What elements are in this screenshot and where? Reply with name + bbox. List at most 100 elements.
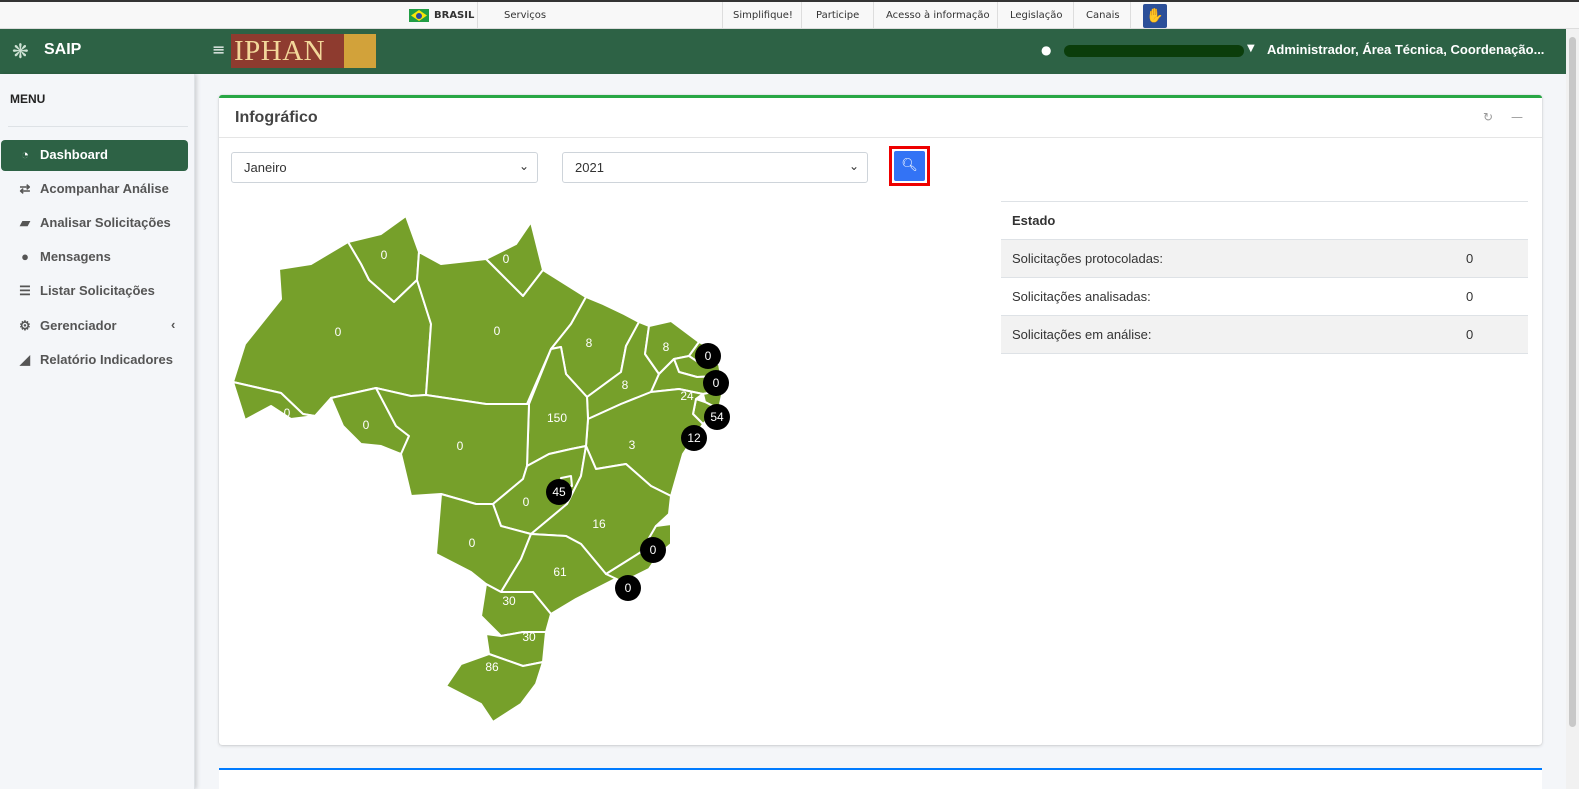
chevron-down-icon: ⌄ xyxy=(518,159,529,173)
gov-services-link[interactable]: Serviços xyxy=(504,2,546,29)
stats-value: 0 xyxy=(1466,251,1474,266)
svg-text:45: 45 xyxy=(552,485,566,499)
count-sp: 61 xyxy=(553,565,567,579)
comments-icon: ● xyxy=(21,249,29,264)
divider xyxy=(722,2,723,29)
marker-pb[interactable]: 0 xyxy=(703,370,729,396)
svg-text:54: 54 xyxy=(710,410,724,424)
stats-label: Solicitações analisadas: xyxy=(1012,289,1151,304)
sidebar-item-acompanhar-analise[interactable]: ⇄ Acompanhar Análise xyxy=(1,174,188,205)
chat-bubble-icon[interactable]: ● xyxy=(1041,43,1051,57)
page-scrollbar[interactable] xyxy=(1566,29,1579,789)
count-ba: 3 xyxy=(629,438,636,452)
stats-header: Estado xyxy=(1012,213,1056,228)
iphan-logo[interactable]: IPHAN xyxy=(231,34,344,68)
second-card-partial xyxy=(219,768,1542,789)
marker-al[interactable]: 54 xyxy=(704,404,730,430)
gov-link-legislacao[interactable]: Legislação xyxy=(1010,2,1063,29)
sidebar-item-analisar-solicitacoes[interactable]: ▰ Analisar Solicitações xyxy=(1,208,188,239)
hamburger-menu-icon[interactable]: ≡ xyxy=(212,40,225,59)
svg-text:0: 0 xyxy=(713,376,720,390)
divider xyxy=(1130,2,1131,29)
sidebar-item-label: Mensagens xyxy=(40,249,111,264)
caret-down-icon[interactable]: ▼ xyxy=(1247,43,1255,54)
table-row: Solicitações protocoladas: 0 xyxy=(1001,240,1528,278)
svg-text:0: 0 xyxy=(625,581,632,595)
count-rs: 86 xyxy=(485,660,499,674)
marker-rn[interactable]: 0 xyxy=(695,343,721,369)
gov-country-label[interactable]: BRASIL xyxy=(434,2,474,29)
count-ro: 0 xyxy=(363,418,370,432)
count-mg: 16 xyxy=(592,517,606,531)
sidebar-item-listar-solicitacoes[interactable]: ☰ Listar Solicitações xyxy=(1,276,188,307)
sidebar-item-mensagens[interactable]: ● Mensagens xyxy=(1,242,188,273)
count-pr: 30 xyxy=(502,594,516,608)
sidebar-item-label: Relatório Indicadores xyxy=(40,352,173,367)
saip-logo-icon: ❋ xyxy=(12,39,29,63)
collapse-minus-icon[interactable]: — xyxy=(1511,110,1523,124)
card-header: Infográfico ↻ — xyxy=(219,98,1542,138)
brazil-states xyxy=(232,215,724,723)
list-icon: ☰ xyxy=(19,283,31,298)
count-mt: 0 xyxy=(457,439,464,453)
sidebar-item-relatorio-indicadores[interactable]: ◢ Relatório Indicadores xyxy=(1,345,188,376)
gov-link-acesso[interactable]: Acesso à informação xyxy=(886,2,990,29)
refresh-icon[interactable]: ↻ xyxy=(1483,110,1493,124)
brazil-map: 0 0 0 0 8 8 8 24 0 0 150 0 3 0 16 0 61 3… xyxy=(232,215,730,723)
accessibility-hands-icon[interactable]: ✋ xyxy=(1143,4,1167,28)
iphan-logo-side-panel xyxy=(344,34,376,68)
sidebar-item-label: Gerenciador xyxy=(40,318,117,333)
divider xyxy=(873,2,874,29)
sidebar: MENU ◔ Dashboard ⇄ Acompanhar Análise ▰ … xyxy=(0,74,195,789)
sidebar-item-label: Analisar Solicitações xyxy=(40,215,171,230)
redacted-user-name[interactable] xyxy=(1064,45,1244,57)
area-chart-icon: ◢ xyxy=(20,352,30,367)
svg-text:0: 0 xyxy=(705,349,712,363)
stats-value: 0 xyxy=(1466,289,1474,304)
marker-es[interactable]: 0 xyxy=(640,537,666,563)
month-select[interactable]: Janeiro ⌄ xyxy=(231,152,538,183)
user-role-label[interactable]: Administrador, Área Técnica, Coordenação… xyxy=(1267,42,1544,57)
search-icon: 🔍︎ xyxy=(894,151,925,181)
count-rr: 0 xyxy=(381,248,388,262)
stats-label: Solicitações protocoladas: xyxy=(1012,251,1164,266)
gov-top-bar: BRASIL Serviços Simplifique! Participe A… xyxy=(0,0,1579,29)
year-select-value: 2021 xyxy=(575,160,604,175)
top-navbar: ≡ IPHAN ● ▼ Administrador, Área Técnica,… xyxy=(195,29,1579,74)
marker-df[interactable]: 45 xyxy=(546,479,572,505)
stats-label: Solicitações em análise: xyxy=(1012,327,1152,342)
marker-se[interactable]: 12 xyxy=(681,425,707,451)
count-to: 150 xyxy=(547,411,567,425)
marker-rj[interactable]: 0 xyxy=(615,575,641,601)
card-title: Infográfico xyxy=(235,109,318,126)
table-row: Solicitações em análise: 0 xyxy=(1001,316,1528,354)
count-pe: 24 xyxy=(680,389,694,403)
search-button[interactable]: 🔍︎ xyxy=(889,146,930,186)
sidebar-item-label: Dashboard xyxy=(40,147,108,162)
svg-text:0: 0 xyxy=(650,543,657,557)
sidebar-item-gerenciador[interactable]: ⚙ Gerenciador ‹ xyxy=(1,311,188,342)
count-sc: 30 xyxy=(522,630,536,644)
chevron-left-icon: ‹ xyxy=(171,317,176,332)
dashboard-icon: ◔ xyxy=(21,147,29,162)
count-ce: 8 xyxy=(663,340,670,354)
count-go: 0 xyxy=(523,495,530,509)
month-select-value: Janeiro xyxy=(244,160,287,175)
gov-link-canais[interactable]: Canais xyxy=(1086,2,1120,29)
exchange-icon: ⇄ xyxy=(19,181,31,196)
count-pa: 0 xyxy=(494,324,501,338)
gov-link-simplifique[interactable]: Simplifique! xyxy=(733,2,793,29)
sidebar-item-dashboard[interactable]: ◔ Dashboard xyxy=(1,140,188,171)
divider xyxy=(997,2,998,29)
count-am: 0 xyxy=(335,325,342,339)
menu-title: MENU xyxy=(10,92,46,106)
brand-name[interactable]: SAIP xyxy=(44,41,81,59)
chevron-down-icon: ⌄ xyxy=(848,159,859,173)
divider xyxy=(8,126,188,127)
sidebar-item-label: Acompanhar Análise xyxy=(40,181,169,196)
book-icon: ▰ xyxy=(20,215,30,230)
year-select[interactable]: 2021 ⌄ xyxy=(562,152,868,183)
divider xyxy=(477,2,478,29)
gov-link-participe[interactable]: Participe xyxy=(816,2,859,29)
count-pi: 8 xyxy=(622,378,629,392)
